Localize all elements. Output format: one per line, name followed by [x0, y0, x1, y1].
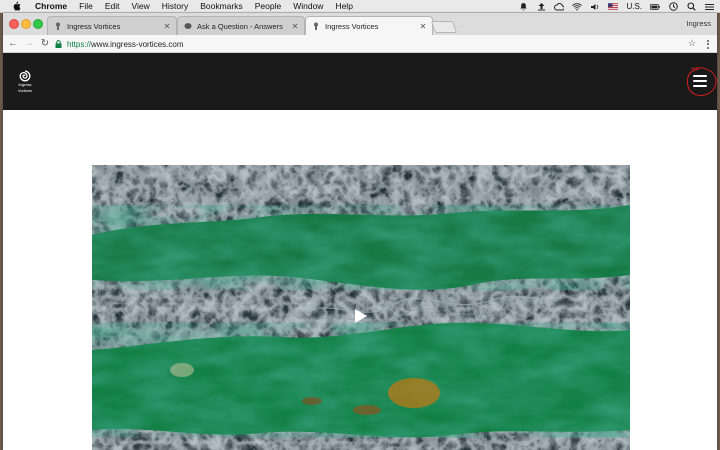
menu-history[interactable]: History: [162, 1, 188, 11]
macos-menubar: Chrome File Edit View History Bookmarks …: [0, 0, 720, 13]
tab-strip: Ingress Vortices ✕ Ask a Question - Answ…: [3, 13, 717, 35]
video-player[interactable]: [92, 165, 630, 450]
address-bar[interactable]: https:// www.ingress-vortices.com ☆: [55, 38, 709, 50]
logo-text-line1: Ingress: [18, 82, 32, 87]
tab-ingress-vortices-1[interactable]: Ingress Vortices ✕: [47, 16, 177, 35]
close-window-button[interactable]: [9, 19, 19, 29]
creative-cloud-icon[interactable]: [554, 2, 565, 11]
upload-icon[interactable]: [536, 2, 546, 11]
flag-icon[interactable]: [608, 2, 619, 11]
menu-bookmarks[interactable]: Bookmarks: [200, 1, 243, 11]
web-page: Ingress Vortices: [3, 53, 717, 450]
menu-help[interactable]: Help: [335, 1, 352, 11]
apple-icon[interactable]: [12, 1, 21, 11]
menu-file[interactable]: File: [79, 1, 93, 11]
battery-icon[interactable]: [650, 2, 660, 11]
url-scheme: https://: [67, 39, 92, 49]
menu-chrome[interactable]: Chrome: [35, 1, 67, 11]
tab-title: Ingress Vortices: [67, 21, 121, 31]
browser-toolbar: ← → ↻ https:// www.ingress-vortices.com …: [3, 35, 717, 53]
tab-close-icon[interactable]: ✕: [290, 22, 300, 31]
chrome-menu-icon[interactable]: [704, 38, 712, 50]
menu-view[interactable]: View: [131, 1, 149, 11]
menu-edit[interactable]: Edit: [105, 1, 120, 11]
browser-window: Ingress Vortices ✕ Ask a Question - Answ…: [3, 13, 717, 450]
list-icon[interactable]: [704, 2, 714, 11]
profile-name[interactable]: Ingress: [686, 19, 711, 28]
play-icon[interactable]: [353, 308, 369, 324]
wifi-icon[interactable]: [572, 2, 583, 11]
menu-window[interactable]: Window: [293, 1, 323, 11]
reload-icon[interactable]: ↻: [39, 38, 51, 50]
ingress-favicon-icon: [54, 22, 62, 30]
tab-ingress-vortices-active[interactable]: Ingress Vortices ✕: [305, 16, 433, 35]
bookmark-star-icon[interactable]: ☆: [688, 38, 696, 49]
minimize-window-button[interactable]: [21, 19, 31, 29]
url-host: www.ingress-vortices.com: [91, 39, 184, 49]
answers-favicon-icon: [184, 22, 192, 30]
bell-icon[interactable]: [518, 2, 528, 11]
secure-lock-icon[interactable]: [55, 40, 63, 48]
ingress-favicon-icon: [312, 22, 320, 30]
menubar-status-area: U.S.: [518, 0, 714, 13]
input-source-label[interactable]: U.S.: [626, 2, 642, 11]
search-icon[interactable]: [686, 2, 696, 11]
tab-title: Ask a Question - Answers: [197, 21, 283, 31]
tab-close-icon[interactable]: ✕: [418, 22, 428, 31]
clock-icon[interactable]: [668, 2, 678, 11]
menu-people[interactable]: People: [255, 1, 281, 11]
tab-close-icon[interactable]: ✕: [162, 22, 172, 31]
forward-arrow-icon[interactable]: →: [23, 38, 35, 50]
tab-ask-a-question[interactable]: Ask a Question - Answers ✕: [177, 16, 305, 35]
volume-icon[interactable]: [590, 2, 600, 11]
hamburger-menu-icon[interactable]: [693, 75, 707, 87]
zoom-window-button[interactable]: [33, 19, 43, 29]
back-arrow-icon[interactable]: ←: [7, 38, 19, 50]
site-logo[interactable]: Ingress Vortices: [16, 70, 34, 93]
logo-text-line2: Vortices: [17, 87, 33, 93]
vortex-logo-icon: [19, 70, 31, 82]
new-tab-button[interactable]: [430, 21, 458, 33]
site-header: Ingress Vortices: [3, 53, 717, 110]
tab-title: Ingress Vortices: [325, 21, 379, 31]
